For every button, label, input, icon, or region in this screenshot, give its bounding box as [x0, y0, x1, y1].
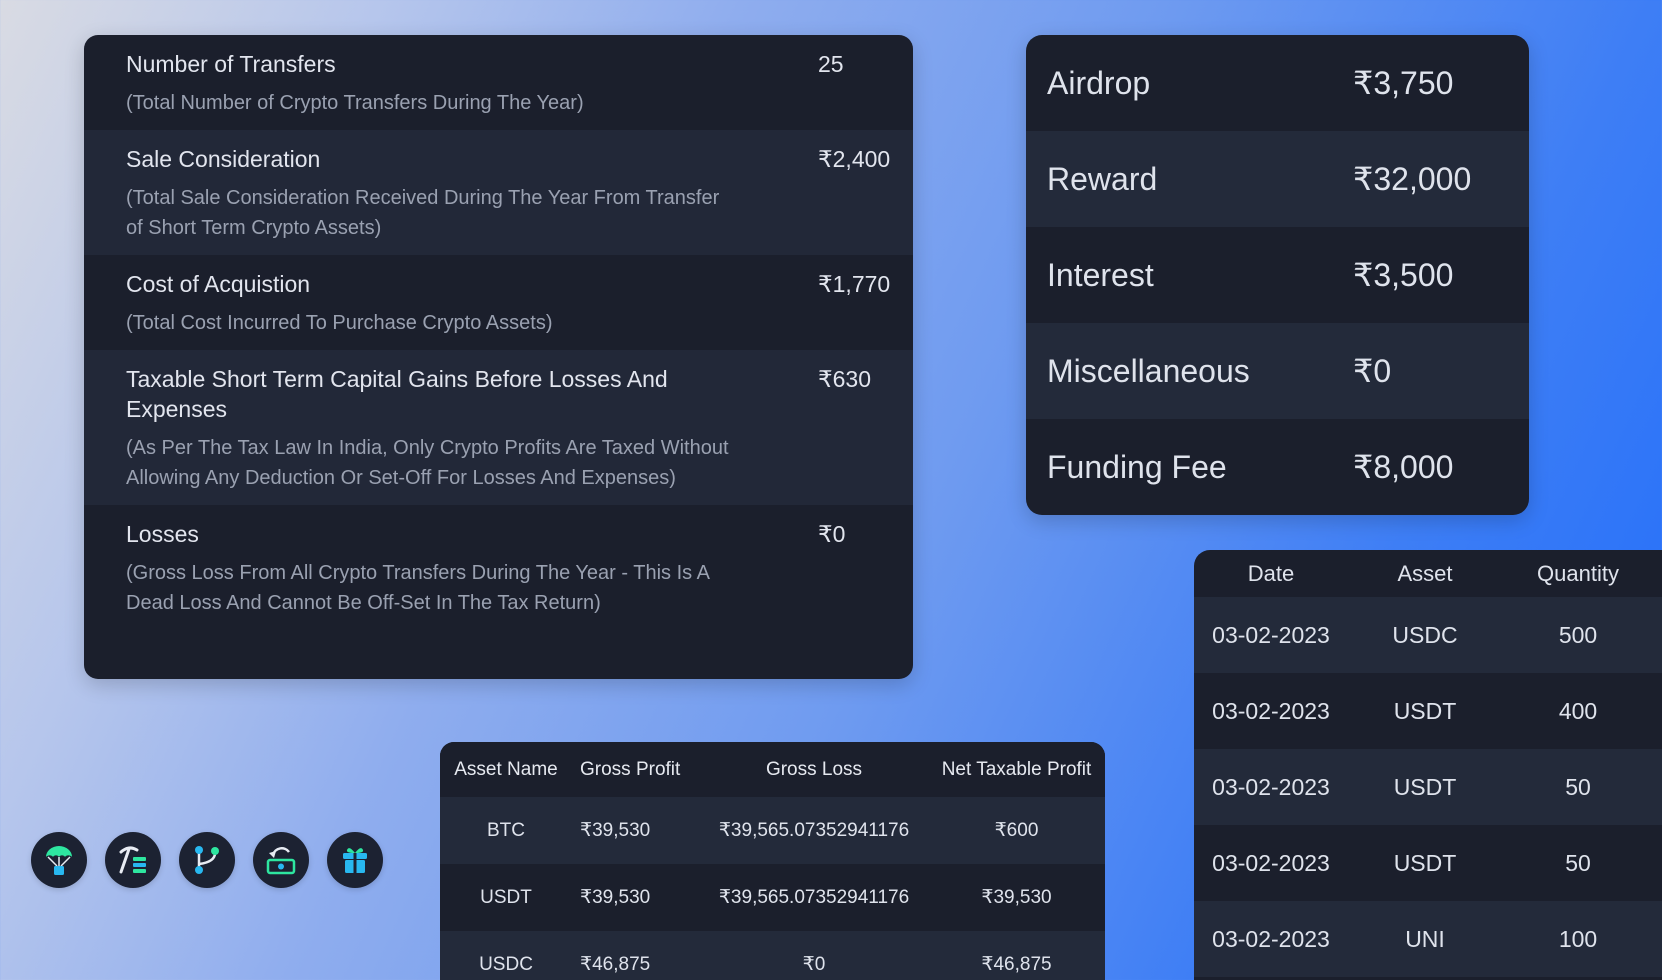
income-row-miscellaneous: Miscellaneous ₹0: [1026, 323, 1529, 419]
summary-row-description: (Total Sale Consideration Received Durin…: [126, 187, 720, 239]
table-cell: 100: [1558, 925, 1598, 952]
table-row: USDT ₹39,530 ₹39,565.07352941176 ₹39,530: [440, 864, 1105, 931]
summary-row-title: Taxable Short Term Capital Gains Before …: [126, 366, 668, 422]
income-value: ₹8,000: [1353, 449, 1454, 485]
category-icon-row: [31, 832, 383, 888]
table-cell: 50: [1565, 773, 1591, 800]
table-row: BTC ₹39,530 ₹39,565.07352941176 ₹600: [440, 797, 1105, 864]
summary-row-taxable-gains: Taxable Short Term Capital Gains Before …: [84, 350, 913, 505]
table-cell: ₹39,565.07352941176: [718, 820, 910, 841]
summary-row-description: (As Per The Tax Law In India, Only Crypt…: [126, 437, 729, 489]
table-cell: 03-02-2023: [1212, 925, 1330, 952]
summary-row-title: Number of Transfers: [126, 51, 336, 77]
table-cell: BTC: [487, 819, 525, 841]
summary-row-title: Cost of Acquistion: [126, 271, 311, 297]
table-cell: USDC: [1392, 621, 1458, 648]
income-label: Funding Fee: [1047, 448, 1227, 485]
column-header-quantity: Quantity: [1537, 560, 1619, 586]
income-row-funding-fee: Funding Fee ₹8,000: [1026, 419, 1529, 515]
table-row: 03-02-2023 USDT 50: [1194, 749, 1662, 825]
income-value: ₹0: [1353, 353, 1392, 389]
table-row: 03-02-2023 UNI 100: [1194, 901, 1662, 977]
table-cell: USDT: [1393, 773, 1457, 800]
table-cell: ₹39,530: [580, 887, 651, 908]
summary-row-value: ₹630: [818, 366, 872, 392]
summary-row-title: Sale Consideration: [126, 146, 321, 172]
table-cell: ₹39,530: [981, 887, 1052, 908]
summary-row-value: ₹1,770: [818, 271, 891, 297]
summary-row-description: (Gross Loss From All Crypto Transfers Du…: [126, 562, 709, 614]
capital-gains-summary-card: Number of Transfers (Total Number of Cry…: [84, 35, 913, 679]
table-row: USDC ₹46,875 ₹0 ₹46,875: [440, 931, 1105, 980]
table-cell: UNI: [1405, 925, 1445, 952]
income-row-interest: Interest ₹3,500: [1026, 227, 1529, 323]
branch-button[interactable]: [179, 832, 235, 888]
summary-row-losses: Losses (Gross Loss From All Crypto Trans…: [84, 505, 913, 630]
income-row-reward: Reward ₹32,000: [1026, 131, 1529, 227]
income-value: ₹32,000: [1353, 161, 1472, 197]
cashback-icon: [266, 847, 296, 875]
cashback-button[interactable]: [253, 832, 309, 888]
table-cell: 03-02-2023: [1212, 773, 1330, 800]
income-label: Reward: [1047, 160, 1158, 197]
table-cell: USDT: [1393, 849, 1457, 876]
table-cell: ₹600: [994, 820, 1039, 841]
table-row: 03-02-2023 USDT 400: [1194, 673, 1662, 749]
summary-row-title: Losses: [126, 521, 199, 547]
table-header-row: Asset Name Gross Profit Gross Loss Net T…: [440, 742, 1105, 797]
transfers-table: Date Asset Quantity 03-02-2023 USDC 500 …: [1194, 550, 1662, 980]
table-cell: ₹39,565.07352941176: [718, 887, 910, 908]
income-value: ₹3,500: [1353, 257, 1454, 293]
summary-row-description: (Total Number of Crypto Transfers During…: [126, 92, 584, 114]
column-header-asset: Asset: [1397, 560, 1453, 586]
income-row-airdrop: Airdrop ₹3,750: [1026, 35, 1529, 131]
table-cell: USDT: [1393, 697, 1457, 724]
summary-row-transfers: Number of Transfers (Total Number of Cry…: [84, 35, 913, 130]
income-label: Airdrop: [1047, 64, 1151, 101]
table-cell: 03-02-2023: [1212, 697, 1330, 724]
income-label: Interest: [1047, 256, 1154, 293]
table-cell: 50: [1565, 849, 1591, 876]
column-header-date: Date: [1247, 560, 1295, 586]
income-label: Miscellaneous: [1047, 352, 1250, 389]
summary-row-sale-consideration: Sale Consideration (Total Sale Considera…: [84, 130, 913, 255]
table-cell: ₹0: [802, 954, 826, 975]
table-row: 03-02-2023 USDT 50: [1194, 825, 1662, 901]
summary-row-value: ₹2,400: [818, 146, 891, 172]
income-value: ₹3,750: [1353, 65, 1454, 101]
mining-button[interactable]: [105, 832, 161, 888]
table-cell: 03-02-2023: [1212, 621, 1330, 648]
table-row: 03-02-2023 USDC 500: [1194, 597, 1662, 673]
summary-row-cost-of-acquisition: Cost of Acquistion (Total Cost Incurred …: [84, 255, 913, 350]
column-header-asset-name: Asset Name: [454, 758, 558, 780]
airdrop-button[interactable]: [31, 832, 87, 888]
column-header-net-taxable-profit: Net Taxable Profit: [941, 758, 1092, 780]
summary-row-value: ₹0: [818, 521, 846, 547]
table-header-row: Date Asset Quantity: [1194, 550, 1662, 597]
column-header-gross-loss: Gross Loss: [765, 758, 863, 780]
column-header-gross-profit: Gross Profit: [580, 758, 681, 780]
summary-row-value: 25: [818, 51, 844, 77]
table-cell: USDT: [480, 886, 532, 908]
table-cell: 03-02-2023: [1212, 849, 1330, 876]
table-cell: USDC: [479, 953, 533, 975]
income-summary-card: Airdrop ₹3,750 Reward ₹32,000 Interest ₹…: [1026, 35, 1529, 515]
mining-icon: [119, 846, 146, 874]
table-cell: ₹46,875: [580, 954, 651, 975]
table-cell: 400: [1558, 697, 1598, 724]
summary-row-description: (Total Cost Incurred To Purchase Crypto …: [126, 312, 553, 334]
airdrop-icon: [45, 846, 73, 875]
table-cell: ₹46,875: [981, 954, 1052, 975]
table-cell: 500: [1558, 621, 1598, 648]
gift-icon: [343, 848, 367, 873]
gift-button[interactable]: [327, 832, 383, 888]
branch-icon: [195, 846, 219, 874]
table-cell: ₹39,530: [580, 820, 651, 841]
asset-gains-table: Asset Name Gross Profit Gross Loss Net T…: [440, 742, 1105, 980]
